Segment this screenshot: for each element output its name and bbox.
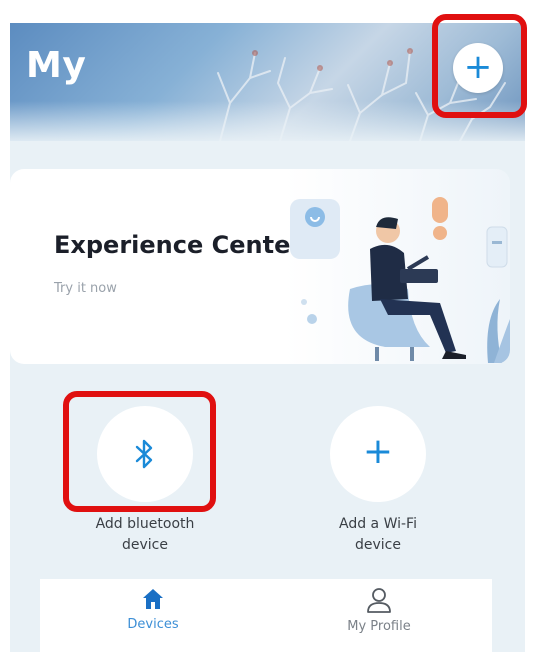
page-title: My <box>26 45 87 86</box>
highlight-box-add-button <box>432 14 527 118</box>
add-wifi-device-label: Add a Wi-Fi device <box>308 514 448 556</box>
experience-center-card[interactable]: Experience Center Try it now <box>10 169 510 364</box>
nav-label-devices: Devices <box>127 617 179 632</box>
banner-title: Experience Center <box>54 231 303 259</box>
bottom-navigation: Devices My Profile <box>40 579 492 652</box>
person-with-laptop-illustration <box>290 197 510 363</box>
add-wifi-device-button[interactable]: + <box>330 406 426 502</box>
add-bluetooth-label-line2: device <box>122 537 168 553</box>
banner-subtitle: Try it now <box>54 281 117 296</box>
person-icon <box>367 588 391 613</box>
add-wifi-label-line1: Add a Wi-Fi <box>339 516 417 532</box>
add-wifi-label-line2: device <box>355 537 401 553</box>
add-bluetooth-device-label: Add bluetooth device <box>75 514 215 556</box>
add-bluetooth-label-line1: Add bluetooth <box>95 516 195 532</box>
highlight-box-bluetooth <box>63 391 216 512</box>
plus-icon: + <box>362 431 394 472</box>
nav-item-my-profile[interactable]: My Profile <box>266 579 492 652</box>
nav-label-my-profile: My Profile <box>347 619 411 634</box>
home-icon <box>143 589 163 609</box>
nav-item-devices[interactable]: Devices <box>40 579 266 652</box>
add-wifi-device-option[interactable]: + Add a Wi-Fi device <box>308 406 448 556</box>
